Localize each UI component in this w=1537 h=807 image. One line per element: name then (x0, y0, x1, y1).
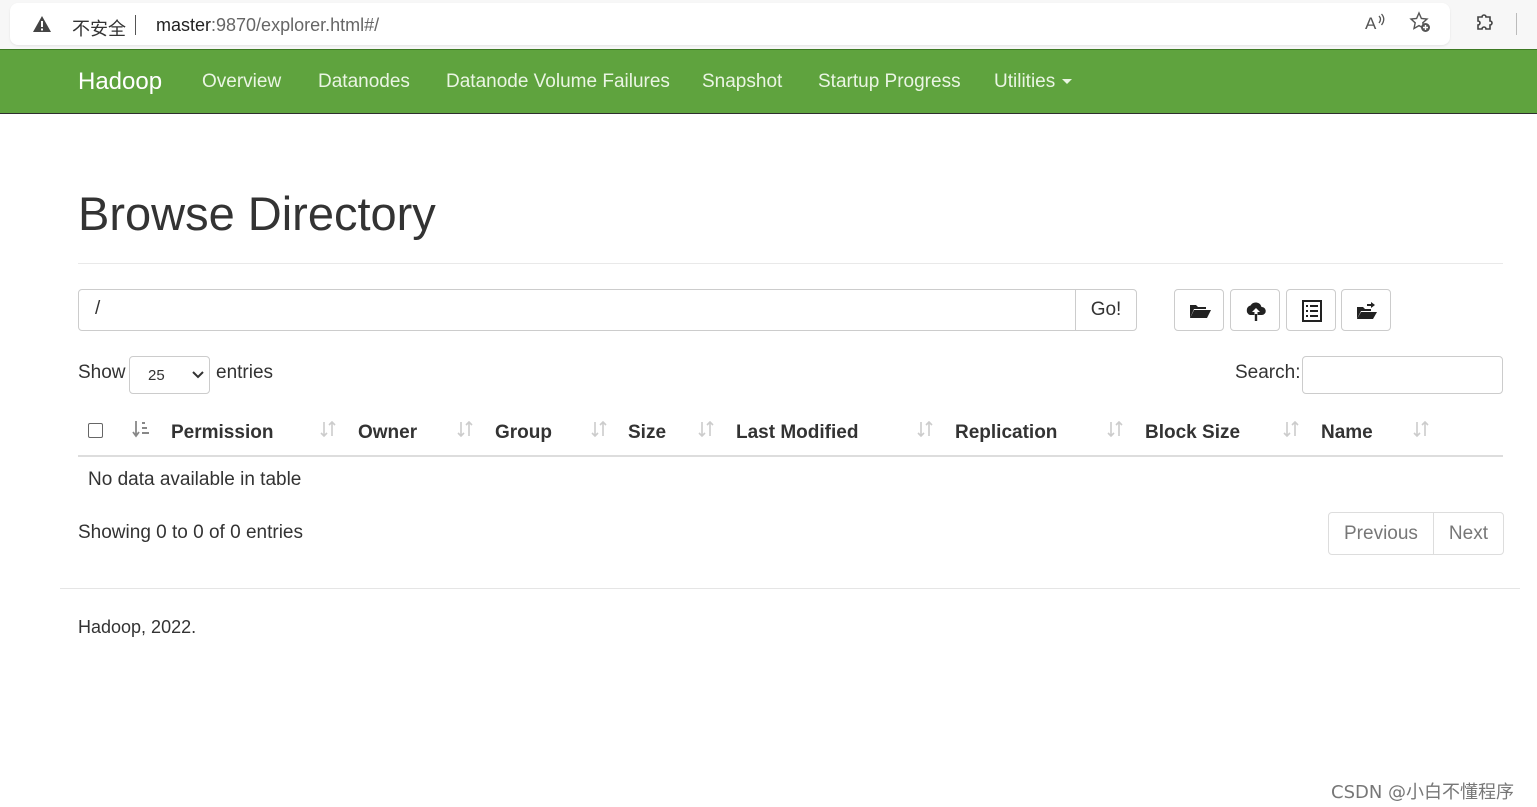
table-info: Showing 0 to 0 of 0 entries (78, 522, 303, 543)
column-owner[interactable]: Owner (358, 422, 417, 444)
column-last-modified[interactable]: Last Modified (736, 422, 858, 444)
brand-logo[interactable]: Hadoop (78, 68, 162, 96)
title-divider (78, 263, 1503, 264)
address-bar[interactable]: 不安全 master:9870/explorer.html#/ (10, 3, 1450, 45)
show-label: Show (78, 362, 126, 383)
upload-button[interactable] (1230, 289, 1280, 331)
entries-label: entries (216, 362, 274, 383)
list-icon (1302, 300, 1322, 322)
nav-utilities-label: Utilities (994, 71, 1056, 92)
sort-icon[interactable] (697, 419, 715, 439)
nav-startup-progress[interactable]: Startup Progress (818, 71, 961, 93)
footer-text: Hadoop, 2022. (78, 617, 197, 637)
watermark: CSDN @小白不懂程序 (1331, 782, 1515, 803)
svg-text:A: A (1365, 14, 1377, 33)
select-all-checkbox[interactable] (88, 423, 103, 438)
folder-open-icon (1190, 305, 1211, 318)
sort-icon[interactable] (456, 419, 474, 439)
cloud-upload-icon (1246, 302, 1266, 321)
column-block-size[interactable]: Block Size (1145, 422, 1240, 444)
column-permission[interactable]: Permission (171, 422, 273, 444)
nav-utilities[interactable]: Utilities (994, 71, 1073, 93)
nav-datanodes[interactable]: Datanodes (318, 71, 410, 93)
go-button[interactable]: Go! (1075, 289, 1137, 331)
next-button[interactable]: Next (1432, 513, 1503, 554)
pagination: Previous Next (1328, 512, 1504, 555)
search-label: Search: (1235, 362, 1301, 383)
sort-icon[interactable] (916, 419, 934, 439)
nav-overview[interactable]: Overview (202, 71, 281, 93)
sort-asc-icon[interactable] (132, 419, 150, 439)
previous-button[interactable]: Previous (1329, 513, 1433, 554)
column-group[interactable]: Group (495, 422, 552, 444)
nav-datanode-volume-failures[interactable]: Datanode Volume Failures (446, 71, 670, 93)
sort-icon[interactable] (590, 419, 608, 439)
sort-icon[interactable] (1282, 419, 1300, 439)
toolbar-divider (1516, 13, 1517, 35)
divider (135, 15, 136, 35)
entries-per-page-select[interactable]: 25 (129, 356, 210, 394)
top-navbar: Hadoop Overview Datanodes Datanode Volum… (0, 49, 1537, 114)
caret-down-icon (1062, 79, 1073, 85)
folder-move-icon (1357, 302, 1377, 319)
empty-table-message: No data available in table (88, 469, 302, 490)
url-text[interactable]: master:9870/explorer.html#/ (156, 15, 379, 36)
extensions-icon[interactable] (1473, 11, 1495, 33)
warning-icon[interactable] (32, 14, 52, 34)
column-name[interactable]: Name (1321, 422, 1373, 444)
nav-snapshot[interactable]: Snapshot (702, 71, 782, 93)
favorite-add-icon[interactable] (1409, 11, 1431, 33)
url-host: master (156, 15, 212, 35)
sort-icon[interactable] (319, 419, 337, 439)
create-directory-button[interactable] (1174, 289, 1224, 331)
url-path: :9870/explorer.html#/ (211, 15, 380, 35)
chevron-down-icon (192, 371, 204, 379)
search-input[interactable] (1302, 356, 1503, 394)
security-status[interactable]: 不安全 (72, 15, 126, 41)
footer-divider (60, 588, 1520, 589)
page-title: Browse Directory (78, 187, 436, 240)
column-replication[interactable]: Replication (955, 422, 1057, 444)
directory-path-input[interactable]: / (78, 289, 1076, 331)
table-header: Permission Owner Group Size Last Modifie… (78, 405, 1503, 457)
sort-icon[interactable] (1106, 419, 1124, 439)
column-size[interactable]: Size (628, 422, 666, 444)
browser-toolbar: 不安全 master:9870/explorer.html#/ A (0, 0, 1537, 49)
move-button[interactable] (1341, 289, 1391, 331)
entries-value: 25 (148, 367, 165, 384)
sort-icon[interactable] (1412, 419, 1430, 439)
read-aloud-icon[interactable]: A (1364, 11, 1386, 33)
cut-paste-button[interactable] (1286, 289, 1336, 331)
